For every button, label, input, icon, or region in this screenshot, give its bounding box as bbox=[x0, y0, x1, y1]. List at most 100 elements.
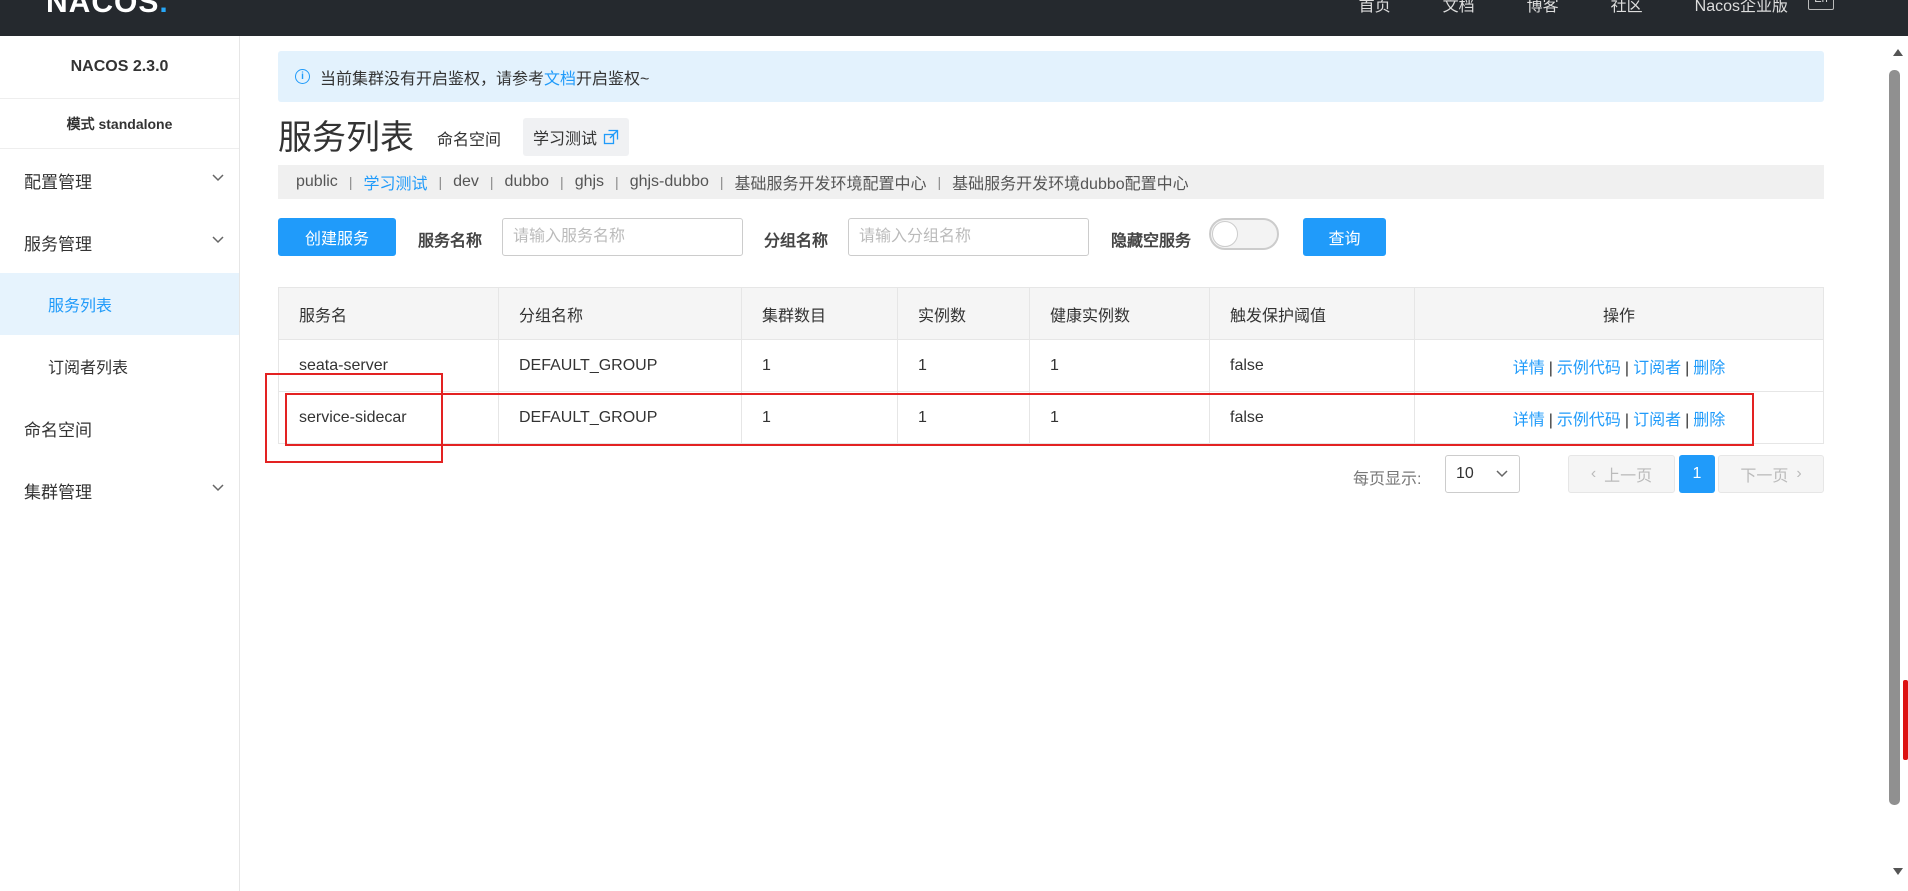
copy-icon[interactable] bbox=[603, 129, 619, 145]
top-nav-links: 首页 文档 博客 社区 Nacos企业版 bbox=[1359, 0, 1788, 16]
namespace-separator: | bbox=[348, 174, 353, 190]
page-size-select[interactable]: 10 bbox=[1445, 455, 1520, 493]
column-header-service-name: 服务名 bbox=[278, 287, 499, 340]
column-header-group-name: 分组名称 bbox=[498, 287, 742, 340]
namespace-tab-ghjs-dubbo[interactable]: ghjs-dubbo bbox=[630, 173, 709, 191]
ops-separator: | bbox=[1548, 411, 1553, 429]
sidebar-item-config-management[interactable]: 配置管理 bbox=[0, 149, 239, 211]
version-label: NACOS 2.3.0 bbox=[0, 36, 239, 99]
sidebar-item-subscriber-list[interactable]: 订阅者列表 bbox=[0, 335, 239, 397]
sidebar-item-label: 命名空间 bbox=[24, 420, 92, 440]
namespace-tab-dev[interactable]: dev bbox=[453, 173, 479, 191]
notice-docs-link[interactable]: 文档 bbox=[544, 65, 576, 89]
current-namespace-value: 学习测试 bbox=[533, 131, 598, 148]
namespace-separator: | bbox=[489, 174, 494, 190]
protect-threshold-cell: false bbox=[1209, 339, 1415, 392]
nav-blog-link[interactable]: 博客 bbox=[1527, 0, 1559, 16]
namespace-tab-public[interactable]: public bbox=[296, 173, 338, 191]
sidebar-item-cluster-management[interactable]: 集群管理 bbox=[0, 459, 239, 521]
healthy-count-cell: 1 bbox=[1029, 339, 1210, 392]
page-number-current[interactable]: 1 bbox=[1679, 455, 1715, 493]
sidebar: NACOS 2.3.0 模式 standalone 配置管理 服务管理 服务列表… bbox=[0, 36, 240, 891]
info-icon: i bbox=[295, 69, 310, 84]
hide-empty-toggle[interactable] bbox=[1209, 218, 1279, 250]
subscriber-link[interactable]: 订阅者 bbox=[1633, 360, 1681, 377]
table-row: service-sidecar DEFAULT_GROUP 1 1 1 fals… bbox=[278, 391, 1824, 444]
scroll-up-arrow-icon[interactable] bbox=[1891, 47, 1905, 57]
create-service-button[interactable]: 创建服务 bbox=[278, 218, 396, 256]
group-name-cell: DEFAULT_GROUP bbox=[498, 391, 742, 444]
sidebar-item-service-management[interactable]: 服务管理 bbox=[0, 211, 239, 273]
group-name-label: 分组名称 bbox=[764, 233, 829, 250]
sidebar-item-namespace[interactable]: 命名空间 bbox=[0, 397, 239, 459]
nav-home-link[interactable]: 首页 bbox=[1359, 0, 1391, 16]
service-name-input[interactable] bbox=[502, 218, 743, 256]
chevron-down-icon bbox=[1496, 470, 1508, 478]
scrollbar-marker bbox=[1903, 680, 1908, 760]
detail-link[interactable]: 详情 bbox=[1513, 412, 1545, 429]
chevron-right-icon: › bbox=[1796, 465, 1802, 482]
service-name-label: 服务名称 bbox=[418, 233, 483, 250]
delete-link[interactable]: 删除 bbox=[1693, 360, 1725, 377]
ops-separator: | bbox=[1624, 411, 1630, 429]
namespace-tabs: public | 学习测试 | dev | dubbo | ghjs | ghj… bbox=[278, 165, 1824, 199]
ops-separator: | bbox=[1548, 359, 1553, 377]
cluster-count-cell: 1 bbox=[741, 391, 898, 444]
next-page-button[interactable]: 下一页 › bbox=[1718, 455, 1824, 493]
nav-enterprise-link[interactable]: Nacos企业版 bbox=[1695, 0, 1788, 16]
prev-page-button[interactable]: ‹ 上一页 bbox=[1568, 455, 1675, 493]
query-button[interactable]: 查询 bbox=[1303, 218, 1386, 256]
ops-separator: | bbox=[1685, 359, 1690, 377]
next-page-label: 下一页 bbox=[1740, 468, 1789, 485]
sidebar-item-label: 服务管理 bbox=[24, 234, 92, 254]
sidebar-item-service-list[interactable]: 服务列表 bbox=[0, 273, 239, 335]
instance-count-cell: 1 bbox=[897, 391, 1030, 444]
sidebar-item-label: 配置管理 bbox=[24, 172, 92, 192]
top-navbar: NACOS. 首页 文档 博客 社区 Nacos企业版 En bbox=[0, 0, 1908, 36]
auth-notice: i 当前集群没有开启鉴权，请参考 文档 开启鉴权~ bbox=[278, 51, 1824, 102]
toggle-knob bbox=[1212, 221, 1238, 247]
current-namespace[interactable]: 学习测试 bbox=[523, 118, 630, 156]
namespace-separator: | bbox=[937, 174, 942, 190]
namespace-tab-ghjs[interactable]: ghjs bbox=[575, 173, 604, 191]
language-switch-button[interactable]: En bbox=[1808, 0, 1834, 10]
column-header-healthy-count: 健康实例数 bbox=[1029, 287, 1210, 340]
chevron-down-icon bbox=[212, 236, 224, 244]
nacos-logo[interactable]: NACOS. bbox=[46, 0, 169, 20]
detail-link[interactable]: 详情 bbox=[1513, 360, 1545, 377]
scroll-down-arrow-icon[interactable] bbox=[1891, 867, 1905, 877]
namespace-tab-dubbo[interactable]: dubbo bbox=[505, 173, 550, 191]
column-header-instance-count: 实例数 bbox=[897, 287, 1030, 340]
sample-code-link[interactable]: 示例代码 bbox=[1557, 360, 1621, 377]
namespace-tab-base-dubbo-config[interactable]: 基础服务开发环境dubbo配置中心 bbox=[952, 170, 1189, 194]
service-name-cell: service-sidecar bbox=[278, 391, 499, 444]
scrollbar-thumb[interactable] bbox=[1889, 70, 1900, 805]
chevron-left-icon: ‹ bbox=[1590, 465, 1597, 482]
delete-link[interactable]: 删除 bbox=[1693, 412, 1725, 429]
namespace-tab-base-config[interactable]: 基础服务开发环境配置中心 bbox=[735, 170, 927, 194]
namespace-tab-study-test[interactable]: 学习测试 bbox=[363, 170, 427, 194]
page-size-value: 10 bbox=[1456, 465, 1474, 482]
cluster-count-cell: 1 bbox=[741, 339, 898, 392]
group-name-input[interactable] bbox=[848, 218, 1089, 256]
service-name-cell: seata-server bbox=[278, 339, 499, 392]
hide-empty-label: 隐藏空服务 bbox=[1111, 233, 1192, 250]
namespace-separator: | bbox=[719, 174, 724, 190]
protect-threshold-cell: false bbox=[1209, 391, 1415, 444]
notice-text-after: 开启鉴权~ bbox=[576, 70, 650, 88]
namespace-separator: | bbox=[560, 174, 564, 190]
nav-community-link[interactable]: 社区 bbox=[1611, 0, 1643, 16]
column-header-operations: 操作 bbox=[1414, 287, 1824, 340]
subscriber-link[interactable]: 订阅者 bbox=[1633, 412, 1681, 429]
sample-code-link[interactable]: 示例代码 bbox=[1557, 412, 1621, 429]
ops-separator: | bbox=[1624, 359, 1630, 377]
page-title: 服务列表 bbox=[278, 119, 414, 157]
main-content: i 当前集群没有开启鉴权，请参考 文档 开启鉴权~ 服务列表 命名空间 学习测试 p… bbox=[240, 36, 1860, 891]
nav-docs-link[interactable]: 文档 bbox=[1443, 0, 1475, 16]
mode-label: 模式 standalone bbox=[0, 99, 239, 149]
operations-cell: 详情 | 示例代码 | 订阅者 | 删除 bbox=[1414, 391, 1824, 444]
namespace-separator: | bbox=[615, 174, 619, 190]
sidebar-item-label: 集群管理 bbox=[24, 482, 92, 502]
ops-separator: | bbox=[1685, 411, 1690, 429]
chevron-down-icon bbox=[212, 174, 224, 182]
